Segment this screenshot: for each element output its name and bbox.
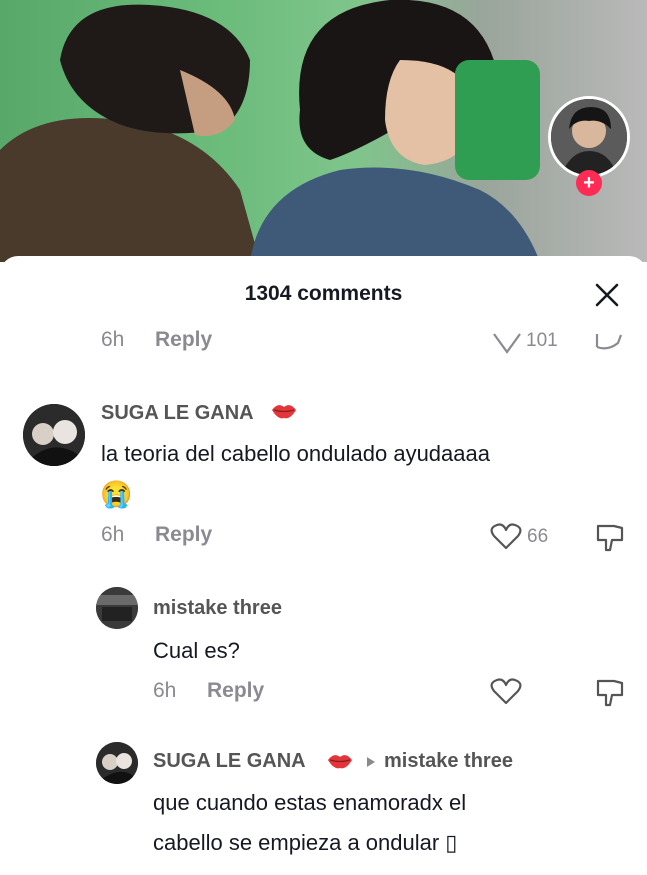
avatar-image: [96, 742, 138, 784]
comment-text: la teoria del cabello ondulado ayudaaaa: [101, 441, 490, 466]
avatar-image: [551, 99, 627, 175]
triangle-right-icon: [367, 757, 375, 767]
comment-text-line-2: cabello se empieza a ondular ▯: [153, 830, 458, 855]
follow-plus-button[interactable]: +: [576, 170, 602, 196]
comment-text: Cual es?: [153, 638, 240, 663]
like-count: 66: [527, 526, 549, 547]
reply-button[interactable]: Reply: [155, 328, 212, 352]
comment-username[interactable]: SUGA LE GANA: [101, 402, 254, 425]
heart-outline-icon[interactable]: [492, 330, 522, 354]
person-left-image: [0, 4, 260, 262]
comment-time: 6h: [153, 679, 177, 702]
crying-emoji: 😭: [100, 479, 133, 509]
lips-icon: [328, 755, 352, 769]
comment-text-line-1: que cuando estas enamoradx el: [153, 790, 467, 815]
lips-icon: [272, 405, 296, 419]
reply-button[interactable]: Reply: [155, 523, 212, 547]
heart-outline-icon[interactable]: [490, 522, 522, 550]
like-count: 101: [526, 330, 558, 351]
comment-time: 6h: [101, 328, 125, 351]
avatar-image: [96, 587, 138, 629]
avatar[interactable]: [23, 404, 85, 466]
comment-username[interactable]: SUGA LE GANA: [153, 750, 306, 773]
heart-outline-icon[interactable]: [490, 677, 522, 705]
thumbs-down-icon[interactable]: [594, 331, 624, 353]
comments-count-title: 1304 comments: [244, 282, 403, 305]
close-icon[interactable]: [590, 278, 624, 312]
avatar[interactable]: [96, 742, 138, 784]
reply-button[interactable]: Reply: [207, 679, 264, 703]
creator-avatar[interactable]: [548, 96, 630, 178]
avatar[interactable]: [96, 587, 138, 629]
person-right-image: [250, 0, 540, 262]
thumbs-down-icon[interactable]: [594, 522, 626, 552]
avatar-image: [23, 404, 85, 466]
reply-to-username[interactable]: mistake three: [384, 750, 513, 773]
comment-time: 6h: [101, 523, 125, 546]
thumbs-down-icon[interactable]: [594, 677, 626, 707]
comment-username[interactable]: mistake three: [153, 597, 282, 620]
